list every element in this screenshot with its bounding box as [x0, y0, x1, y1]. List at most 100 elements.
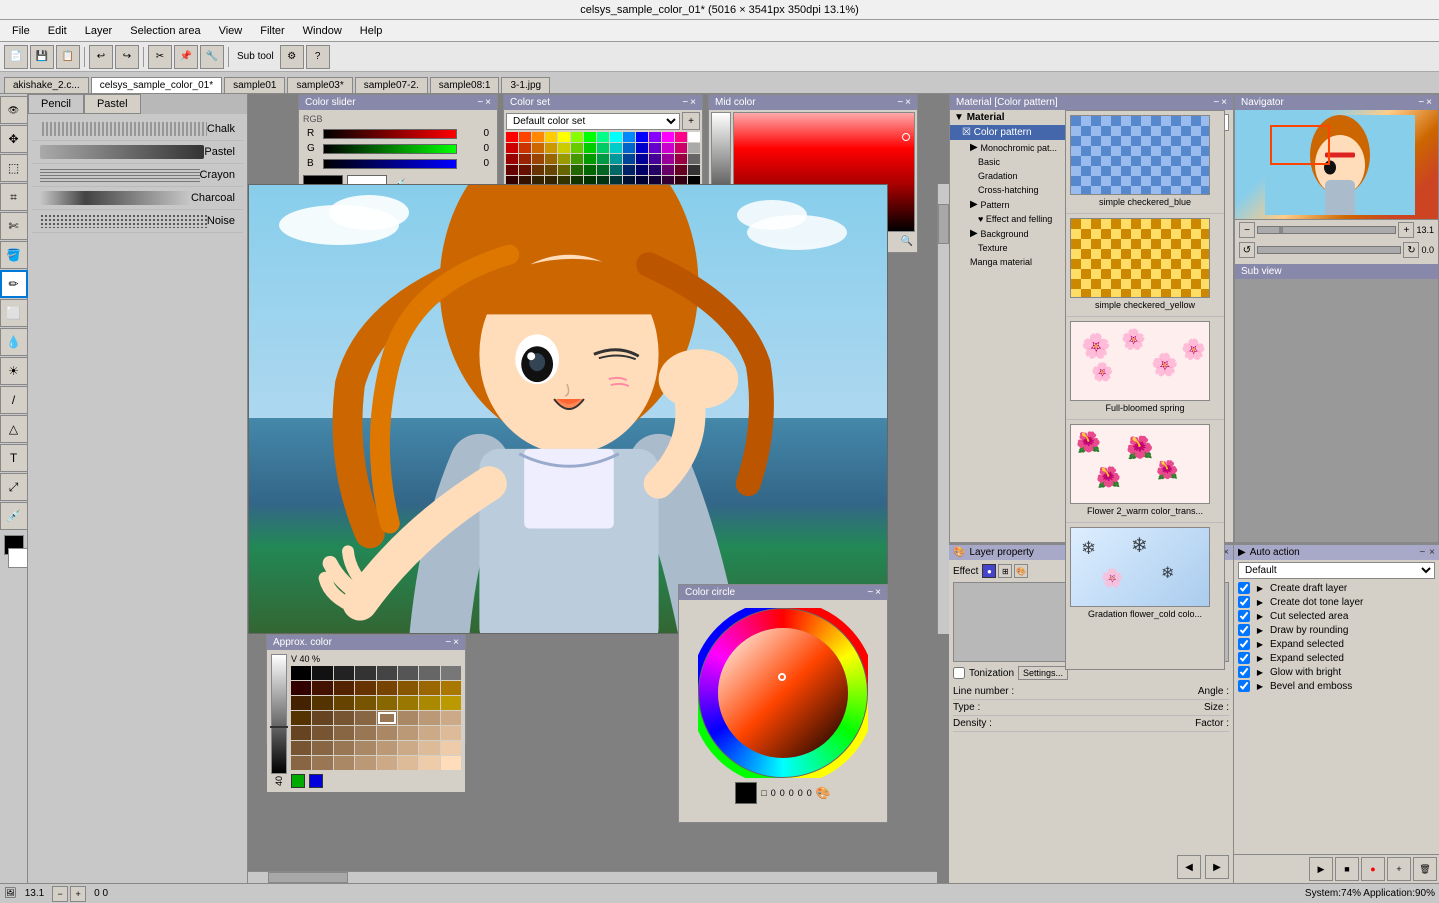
effect-toggle-color[interactable]: 🎨 [1014, 564, 1028, 578]
tab-pencil[interactable]: Pencil [28, 94, 84, 114]
menu-window[interactable]: Window [295, 23, 350, 39]
color-set-dropdown[interactable]: Default color set [506, 113, 680, 130]
tab-sample03[interactable]: sample03* [287, 77, 352, 93]
navigator-minimize[interactable]: − [1418, 97, 1424, 108]
channel-b-slider[interactable] [323, 159, 457, 169]
toolbar-btn-3[interactable]: 📋 [56, 45, 80, 69]
toolbar-btn-redo[interactable]: ↪ [115, 45, 139, 69]
color-set-close[interactable]: × [690, 97, 696, 108]
tool-color-picker[interactable]: 💉 [0, 502, 28, 530]
tab-sample07[interactable]: sample07-2. [355, 77, 428, 93]
auto-action-min[interactable]: − [1419, 547, 1425, 558]
auto-action-stop[interactable]: ■ [1335, 857, 1359, 881]
navigator-close[interactable]: × [1426, 97, 1432, 108]
zoom-out-btn[interactable]: − [52, 886, 68, 902]
action-check-5[interactable] [1238, 638, 1250, 650]
tool-eraser[interactable]: ⬜ [0, 299, 28, 327]
brush-item-noise[interactable]: Noise [32, 210, 243, 233]
action-expand-1[interactable]: ▶ [1254, 582, 1266, 594]
action-check-8[interactable] [1238, 680, 1250, 692]
toolbar-btn-1[interactable]: 📄 [4, 45, 28, 69]
settings-btn[interactable]: Settings... [1018, 666, 1068, 680]
action-check-2[interactable] [1238, 596, 1250, 608]
tab-pastel[interactable]: Pastel [84, 94, 141, 114]
auto-action-record[interactable]: ● [1361, 857, 1385, 881]
action-check-7[interactable] [1238, 666, 1250, 678]
channel-r-slider[interactable] [323, 129, 457, 139]
approx-color-minimize[interactable]: − [445, 637, 451, 648]
color-bg[interactable] [8, 548, 28, 568]
auto-action-add[interactable]: + [1387, 857, 1411, 881]
toolbar-btn-undo[interactable]: ↩ [89, 45, 113, 69]
menu-filter[interactable]: Filter [252, 23, 292, 39]
tool-blend[interactable]: 💧 [0, 328, 28, 356]
tool-lasso[interactable]: ⌗ [0, 183, 28, 211]
menu-selection[interactable]: Selection area [122, 23, 208, 39]
brush-item-crayon[interactable]: Crayon [32, 164, 243, 187]
circle-fg-color[interactable] [735, 782, 757, 804]
canvas-scrollbar-h[interactable] [248, 871, 937, 883]
action-expand-3[interactable]: ▶ [1254, 610, 1266, 622]
tool-line[interactable]: / [0, 386, 28, 414]
tool-crop[interactable]: ✄ [0, 212, 28, 240]
thumb-grad-flower[interactable]: ❄ ❄ ❄ 🌸 Gradation flower_cold colo... [1066, 523, 1224, 543]
brush-item-chalk[interactable]: Chalk [32, 118, 243, 141]
brush-item-charcoal[interactable]: Charcoal [32, 187, 243, 210]
layer-prop-next[interactable]: ▶ [1205, 855, 1229, 879]
auto-action-close[interactable]: × [1429, 547, 1435, 558]
tool-select[interactable]: ⬚ [0, 154, 28, 182]
brush-item-pastel[interactable]: Pastel [32, 141, 243, 164]
tool-dodge[interactable]: ☀ [0, 357, 28, 385]
circle-eyedropper-icon[interactable]: 🎨 [816, 786, 831, 800]
action-expand-5[interactable]: ▶ [1254, 638, 1266, 650]
action-check-1[interactable] [1238, 582, 1250, 594]
canvas-area[interactable]: Color slider − × RGB R 0 G 0 [248, 94, 949, 883]
material-close[interactable]: × [1221, 97, 1227, 108]
tool-transform[interactable]: ⤢ [0, 473, 28, 501]
color-set-add[interactable]: + [682, 112, 700, 130]
nav-rotate-slider[interactable] [1257, 246, 1401, 254]
approx-color-close[interactable]: × [453, 637, 459, 648]
color-slider-close[interactable]: × [485, 97, 491, 108]
color-circle-close[interactable]: × [875, 587, 881, 598]
zoom-in-btn[interactable]: + [70, 886, 86, 902]
mid-color-minimize[interactable]: − [897, 97, 903, 108]
tool-fill[interactable]: 🪣 [0, 241, 28, 269]
action-expand-6[interactable]: ▶ [1254, 652, 1266, 664]
material-minimize[interactable]: − [1213, 97, 1219, 108]
tab-3-1[interactable]: 3-1.jpg [501, 77, 550, 93]
auto-action-del[interactable]: 🗑 [1413, 857, 1437, 881]
auto-action-play[interactable]: ▶ [1309, 857, 1333, 881]
action-check-3[interactable] [1238, 610, 1250, 622]
tool-brush[interactable]: ✏ [0, 270, 28, 298]
menu-view[interactable]: View [211, 23, 251, 39]
color-set-minimize[interactable]: − [682, 97, 688, 108]
action-check-6[interactable] [1238, 652, 1250, 664]
thumb-yellow-check[interactable]: simple checkered_yellow [1066, 214, 1224, 317]
tool-view[interactable]: 👁 [0, 96, 28, 124]
action-expand-2[interactable]: ▶ [1254, 596, 1266, 608]
thumb-blue-check[interactable]: simple checkered_blue [1066, 111, 1224, 214]
effect-toggle-on[interactable]: ● [982, 564, 996, 578]
menu-edit[interactable]: Edit [40, 23, 75, 39]
toolbar-btn-2[interactable]: 💾 [30, 45, 54, 69]
color-slider-minimize[interactable]: − [477, 97, 483, 108]
layer-prop-prev[interactable]: ◀ [1177, 855, 1201, 879]
menu-file[interactable]: File [4, 23, 38, 39]
toolbar-btn-6[interactable]: 🔧 [200, 45, 224, 69]
nav-zoom-out[interactable]: − [1239, 222, 1255, 238]
menu-help[interactable]: Help [352, 23, 391, 39]
toolbar-btn-7[interactable]: ⚙ [280, 45, 304, 69]
tool-text[interactable]: T [0, 444, 28, 472]
tab-celsys[interactable]: celsys_sample_color_01* [91, 77, 222, 93]
toolbar-btn-5[interactable]: 📌 [174, 45, 198, 69]
menu-layer[interactable]: Layer [77, 23, 121, 39]
action-expand-7[interactable]: ▶ [1254, 666, 1266, 678]
mid-color-icon[interactable]: 🔍 [901, 236, 913, 247]
nav-rotate-left[interactable]: ↺ [1239, 242, 1255, 258]
action-expand-4[interactable]: ▶ [1254, 624, 1266, 636]
canvas-scrollbar-v[interactable] [937, 184, 949, 634]
tab-sample01[interactable]: sample01 [224, 77, 285, 93]
thumb-spring[interactable]: 🌸 🌸 🌸 🌸 🌸 Full-bloomed spring [1066, 317, 1224, 420]
tab-sample08[interactable]: sample08:1 [430, 77, 500, 93]
